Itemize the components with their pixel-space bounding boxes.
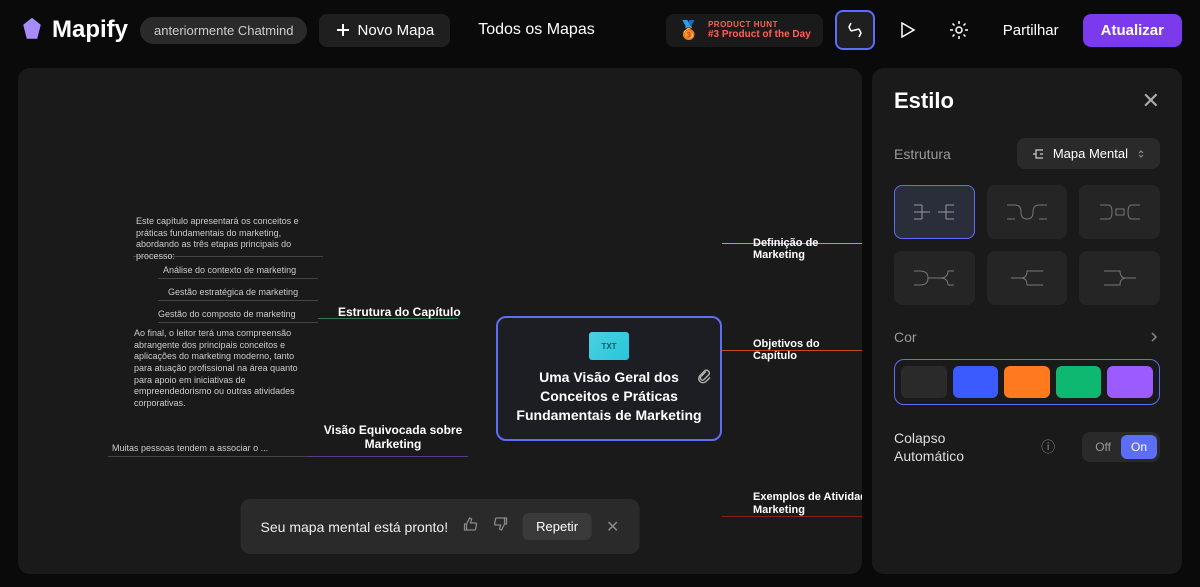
main: TXT Uma Visão Geral dos Conceitos e Prát… [0, 60, 1200, 582]
color-grid [894, 359, 1160, 405]
medal-icon: 🥉 [678, 20, 700, 41]
new-map-button[interactable]: Novo Mapa [319, 14, 450, 47]
theme-toggle-button[interactable] [835, 10, 875, 50]
color-swatch-green[interactable] [1056, 366, 1102, 398]
collapse-label-text: Colapso Automático [894, 429, 1014, 465]
branch-visao[interactable]: Visão Equivocada sobre Marketing [323, 423, 463, 452]
mindmap-canvas[interactable]: TXT Uma Visão Geral dos Conceitos e Prát… [18, 68, 862, 574]
branch-estrutura[interactable]: Estrutura do Capítulo [338, 305, 461, 319]
structure-option-4[interactable] [894, 251, 975, 305]
ph-line2: #3 Product of the Day [708, 29, 811, 40]
leaf-intro[interactable]: Este capítulo apresentará os conceitos e… [136, 216, 316, 263]
toast: Seu mapa mental está pronto! Repetir ✕ [241, 499, 640, 554]
settings-button[interactable] [939, 10, 979, 50]
leaf-analise[interactable]: Análise do contexto de marketing [163, 265, 296, 277]
upgrade-button[interactable]: Atualizar [1083, 14, 1182, 47]
logo-text: Mapify [52, 16, 128, 44]
structure-option-5[interactable] [987, 251, 1068, 305]
structure-option-6[interactable] [1079, 251, 1160, 305]
toggle-off[interactable]: Off [1085, 435, 1121, 459]
new-map-label: Novo Mapa [357, 22, 434, 39]
toast-close-icon[interactable]: ✕ [606, 517, 619, 537]
all-maps-button[interactable]: Todos os Mapas [462, 13, 611, 47]
structure-grid [894, 185, 1160, 305]
chevron-updown-icon [1136, 149, 1146, 159]
color-swatch-blue[interactable] [953, 366, 999, 398]
connector [158, 300, 318, 301]
file-label: TXT [601, 342, 616, 351]
structure-value: Mapa Mental [1053, 146, 1128, 161]
chevron-right-icon [1148, 331, 1160, 343]
color-swatch-dark[interactable] [901, 366, 947, 398]
center-node[interactable]: TXT Uma Visão Geral dos Conceitos e Prát… [496, 316, 722, 441]
leaf-gestao-composto[interactable]: Gestão do composto de marketing [158, 309, 296, 321]
collapse-toggle[interactable]: Off On [1082, 432, 1160, 462]
attach-icon[interactable] [696, 368, 712, 389]
badge-former-name: anteriormente Chatmind [140, 17, 307, 44]
structure-option-1[interactable] [894, 185, 975, 239]
panel-title: Estilo [894, 88, 954, 114]
toast-text: Seu mapa mental está pronto! [261, 519, 449, 535]
collapse-row: Colapso Automático ⓘ Off On [894, 429, 1160, 465]
connector [108, 456, 308, 457]
style-panel: Estilo ✕ Estrutura Mapa Mental Cor [872, 68, 1182, 574]
connector [158, 278, 318, 279]
structure-option-2[interactable] [987, 185, 1068, 239]
color-swatch-orange[interactable] [1004, 366, 1050, 398]
header: Mapify anteriormente Chatmind Novo Mapa … [0, 0, 1200, 60]
thumbs-up-icon[interactable] [462, 516, 478, 537]
plus-icon [335, 22, 351, 38]
logo-icon [18, 16, 46, 44]
theme-icon [845, 20, 865, 40]
logo[interactable]: Mapify [18, 16, 128, 44]
share-button[interactable]: Partilhar [991, 14, 1071, 47]
leaf-muitas[interactable]: Muitas pessoas tendem a associar o ... [112, 443, 268, 455]
play-icon [897, 20, 917, 40]
toggle-on[interactable]: On [1121, 435, 1157, 459]
structure-label: Estrutura [894, 146, 951, 162]
repeat-button[interactable]: Repetir [522, 513, 592, 540]
ph-line1: PRODUCT HUNT [708, 20, 811, 29]
close-icon[interactable]: ✕ [1142, 88, 1160, 114]
structure-icon [1031, 147, 1045, 161]
leaf-final[interactable]: Ao final, o leitor terá uma compreensão … [134, 328, 314, 410]
connector [308, 456, 468, 457]
file-icon: TXT [589, 332, 629, 360]
branch-objetivos[interactable]: Objetivos do Capítulo [753, 338, 862, 362]
color-swatch-purple[interactable] [1107, 366, 1153, 398]
connector [158, 322, 318, 323]
structure-dropdown[interactable]: Mapa Mental [1017, 138, 1160, 169]
collapse-label: Colapso Automático [894, 429, 1014, 465]
color-row[interactable]: Cor [894, 329, 1160, 345]
structure-option-3[interactable] [1079, 185, 1160, 239]
play-button[interactable] [887, 10, 927, 50]
branch-exemplos[interactable]: Exemplos de Atividade Marketing [753, 491, 862, 517]
gear-icon [949, 20, 969, 40]
info-icon[interactable]: ⓘ [1041, 437, 1055, 457]
all-maps-label: Todos os Mapas [478, 21, 595, 39]
thumbs-down-icon[interactable] [492, 516, 508, 537]
leaf-gestao-estrategica[interactable]: Gestão estratégica de marketing [168, 287, 298, 299]
color-label: Cor [894, 329, 917, 345]
product-hunt-badge[interactable]: 🥉 PRODUCT HUNT #3 Product of the Day [666, 14, 823, 47]
branch-definicao[interactable]: Definição de Marketing [753, 237, 862, 261]
center-title: Uma Visão Geral dos Conceitos e Práticas… [514, 368, 704, 425]
